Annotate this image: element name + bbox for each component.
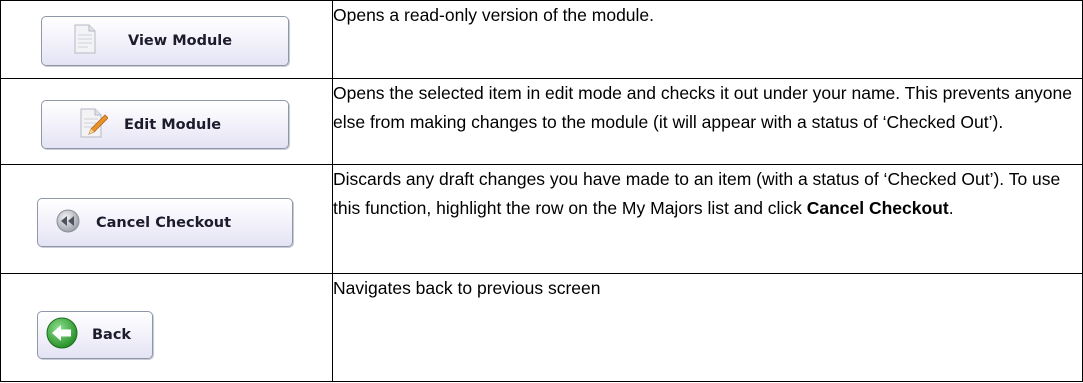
- edit-module-label: Edit Module: [124, 116, 222, 133]
- back-button[interactable]: Back: [37, 311, 153, 359]
- edit-module-description: Opens the selected item in edit mode and…: [333, 83, 1072, 132]
- description-cell: Discards any draft changes you have made…: [332, 164, 1083, 274]
- view-module-label: View Module: [128, 33, 233, 49]
- back-arrow-icon: [46, 317, 78, 353]
- button-cell: Edit Module: [0, 78, 333, 165]
- view-module-button[interactable]: View Module: [41, 16, 289, 66]
- cancel-checkout-description: Discards any draft changes you have made…: [333, 169, 1060, 218]
- back-description: Navigates back to previous screen: [333, 278, 601, 298]
- table-row: Back Navigates back to previous screen: [0, 273, 1083, 382]
- table-row: Edit Module Opens the selected item in e…: [0, 78, 1083, 165]
- button-reference-table: View Module Opens a read-only version of…: [0, 0, 1083, 382]
- description-cell: Opens a read-only version of the module.: [332, 0, 1083, 79]
- view-module-description: Opens a read-only version of the module.: [333, 5, 655, 25]
- rewind-icon: [56, 209, 80, 237]
- cancel-checkout-label: Cancel Checkout: [96, 214, 232, 231]
- description-bold-text: Cancel Checkout: [806, 197, 949, 218]
- table-row: Cancel Checkout Discards any draft chang…: [0, 164, 1083, 274]
- description-text-end: .: [948, 197, 954, 218]
- edit-document-icon: [80, 107, 109, 143]
- description-cell: Opens the selected item in edit mode and…: [332, 78, 1083, 165]
- button-cell: Back: [0, 273, 333, 382]
- description-cell: Navigates back to previous screen: [332, 273, 1083, 382]
- document-icon: [74, 24, 96, 58]
- button-cell: View Module: [0, 0, 333, 79]
- button-cell: Cancel Checkout: [0, 164, 333, 274]
- back-label: Back: [92, 327, 132, 343]
- edit-module-button[interactable]: Edit Module: [41, 100, 289, 149]
- table-row: View Module Opens a read-only version of…: [0, 0, 1083, 79]
- cancel-checkout-button[interactable]: Cancel Checkout: [37, 198, 293, 247]
